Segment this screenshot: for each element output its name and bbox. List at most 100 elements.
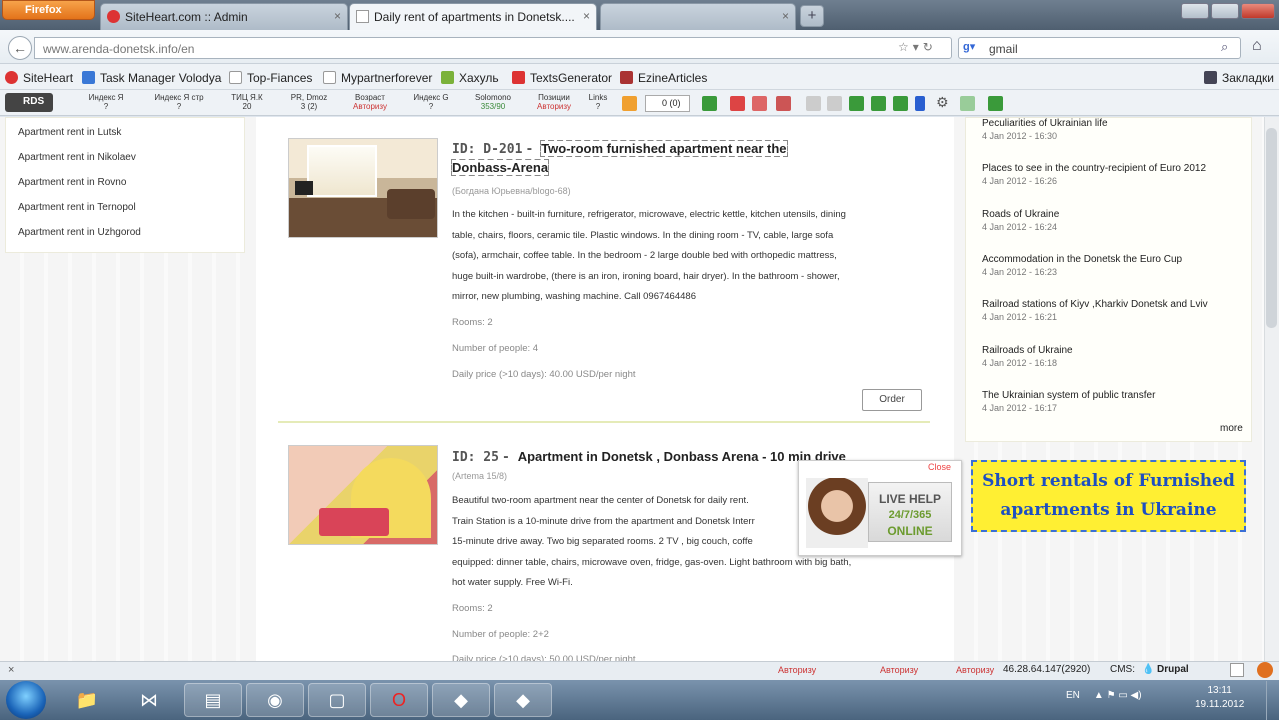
left-link[interactable]: Apartment rent in Nikolaev xyxy=(18,152,136,163)
rds-tool-icon[interactable] xyxy=(849,96,864,111)
tab-blank[interactable]: × xyxy=(600,3,796,30)
rds-metric[interactable]: Позиции Авторизу xyxy=(528,93,580,111)
order-button[interactable]: Order xyxy=(862,389,922,411)
tab-close-icon[interactable]: × xyxy=(782,9,789,23)
listing-price: Daily price (>10 days): 40.00 USD/per ni… xyxy=(452,369,636,380)
rds-metric[interactable]: Индекс G? xyxy=(405,93,457,111)
tab-close-icon[interactable]: × xyxy=(583,9,590,23)
left-link[interactable]: Apartment rent in Lutsk xyxy=(18,127,121,138)
status-item[interactable]: Авторизу xyxy=(880,665,918,675)
bookmark-task-manager[interactable]: Task Manager Volodya xyxy=(82,71,221,85)
url-input[interactable]: www.arenda-donetsk.info/en xyxy=(34,37,952,59)
close-addon-bar-icon[interactable]: × xyxy=(8,664,14,676)
page-icon xyxy=(356,10,369,23)
rds-tool-icon[interactable] xyxy=(871,96,886,111)
tray-icons[interactable]: ▲ ⚑ ▭ ◀) xyxy=(1094,690,1142,701)
gear-icon[interactable]: ⚙ xyxy=(936,94,949,111)
new-tab-button[interactable]: + xyxy=(800,5,824,27)
explorer-icon[interactable]: 📁 xyxy=(58,683,116,717)
rds-tool-icon[interactable] xyxy=(806,96,821,111)
addon-icon[interactable] xyxy=(1230,663,1244,677)
rds-metric[interactable]: PR, Dmoz 3 (2) xyxy=(282,93,336,111)
rds-tool-icon[interactable] xyxy=(827,96,842,111)
minimize-button[interactable] xyxy=(1181,3,1209,19)
rentals-banner[interactable]: Short rentals of Furnished apartments in… xyxy=(971,460,1246,532)
window-app-icon[interactable]: ▢ xyxy=(308,683,366,717)
bookmark-top-fiances[interactable]: Top-Fiances xyxy=(229,71,312,85)
rds-tool-icon[interactable] xyxy=(776,96,791,111)
refresh-icon[interactable] xyxy=(702,96,717,111)
opera-icon[interactable]: O xyxy=(370,683,428,717)
listing-people: Number of people: 4 xyxy=(452,343,539,354)
news-item[interactable]: Railroad stations of Kiyv ,Kharkiv Donet… xyxy=(982,299,1244,322)
rds-tool-icon[interactable] xyxy=(915,96,925,111)
rds-counter[interactable]: 0 (0) xyxy=(645,95,690,112)
news-item[interactable]: Places to see in the country-recipient o… xyxy=(982,163,1244,186)
bookmark-star-icon[interactable]: ☆▾↻ xyxy=(898,40,937,54)
status-ip: 46.28.64.147(2920) xyxy=(1003,664,1091,675)
bookmark-mypartnerforever[interactable]: Mypartnerforever xyxy=(323,71,432,85)
rds-tool-icon[interactable] xyxy=(752,96,767,111)
bookmark-xaxyl[interactable]: Хахуль xyxy=(441,71,499,85)
news-more-link[interactable]: more xyxy=(1220,423,1243,434)
xaxyl-icon xyxy=(441,71,454,84)
rds-metric[interactable]: Links? xyxy=(583,93,613,111)
search-icon[interactable]: ⌕ xyxy=(1221,39,1228,55)
rds-metric[interactable]: Возраст Авторизу xyxy=(344,93,396,111)
listing-author: (Artema 15/8) xyxy=(452,471,508,481)
listing-photo[interactable] xyxy=(288,138,438,238)
news-item[interactable]: Railroads of Ukraine 4 Jan 2012 - 16:18 xyxy=(982,345,1244,368)
rds-button[interactable]: RDS xyxy=(5,93,53,112)
bookmark-ezinearticles[interactable]: EzineArticles xyxy=(620,71,707,85)
rds-tool-icon[interactable] xyxy=(988,96,1003,111)
rds-metric[interactable]: ТИЦ Я.К 20 xyxy=(222,93,272,111)
rds-tool-icon[interactable] xyxy=(893,96,908,111)
home-icon[interactable]: ⌂ xyxy=(1252,37,1262,55)
firefox-icon[interactable] xyxy=(1257,662,1273,678)
scrollbar-thumb[interactable] xyxy=(1266,128,1277,328)
news-item[interactable]: Accommodation in the Donetsk the Euro Cu… xyxy=(982,254,1244,277)
maximize-button[interactable] xyxy=(1211,3,1239,19)
tab-siteheart-admin[interactable]: SiteHeart.com :: Admin × xyxy=(100,3,348,30)
start-button[interactable] xyxy=(6,681,46,719)
bookmark-siteheart[interactable]: SiteHeart xyxy=(5,71,73,85)
listing-title-link[interactable]: Apartment in Donetsk , Donbass Arena - 1… xyxy=(518,449,846,464)
rds-metric[interactable]: Индекс Я? xyxy=(78,93,134,111)
left-link[interactable]: Apartment rent in Ternopol xyxy=(18,202,136,213)
news-item[interactable]: Peculiarities of Ukrainian life 4 Jan 201… xyxy=(982,118,1244,141)
rds-tool-icon[interactable] xyxy=(960,96,975,111)
rds-tool-icon[interactable] xyxy=(622,96,637,111)
document-app-icon[interactable]: ▤ xyxy=(184,683,242,717)
status-item[interactable]: Авторизу xyxy=(956,665,994,675)
language-indicator[interactable]: EN xyxy=(1066,690,1080,701)
status-cms-label: CMS: xyxy=(1110,664,1135,675)
app-icon[interactable]: ◆ xyxy=(494,683,552,717)
firefox-menu-button[interactable]: Firefox xyxy=(2,0,95,20)
search-input[interactable]: gmail xyxy=(958,37,1241,59)
clock[interactable]: 13:11 19.11.2012 xyxy=(1195,684,1244,712)
bookmark-textsgenerator[interactable]: TextsGenerator xyxy=(512,71,612,85)
live-help-badge[interactable]: LIVE HELP 24/7/365 ONLINE xyxy=(868,482,952,542)
rds-metric[interactable]: Solomono 353/90 xyxy=(465,93,521,111)
listing-photo[interactable] xyxy=(288,445,438,545)
live-help-close-button[interactable]: Close xyxy=(928,462,951,472)
back-arrow-icon[interactable]: ← xyxy=(8,36,32,60)
listing-header: ID: D-201 - Two-room furnished apartment… xyxy=(451,140,788,176)
rds-metric[interactable]: Индекс Я стр? xyxy=(143,93,215,111)
left-link[interactable]: Apartment rent in Rovno xyxy=(18,177,126,188)
show-desktop-button[interactable] xyxy=(1266,681,1279,720)
google-icon[interactable]: g▾ xyxy=(963,40,977,54)
news-item[interactable]: The Ukrainian system of public transfer 4… xyxy=(982,390,1244,413)
bookmarks-menu[interactable]: Закладки xyxy=(1204,71,1274,85)
firefox-taskbar-icon[interactable]: ◉ xyxy=(246,683,304,717)
rds-tool-icon[interactable] xyxy=(730,96,745,111)
system-tray[interactable]: EN ▲ ⚑ ▭ ◀) xyxy=(1066,690,1142,701)
status-item[interactable]: Авторизу xyxy=(778,665,816,675)
tab-daily-rent[interactable]: Daily rent of apartments in Donetsk.... … xyxy=(349,3,597,30)
visual-studio-icon[interactable]: ⋈ xyxy=(120,683,178,717)
news-item[interactable]: Roads of Ukraine 4 Jan 2012 - 16:24 xyxy=(982,209,1244,232)
tab-close-icon[interactable]: × xyxy=(334,9,341,23)
left-link[interactable]: Apartment rent in Uzhgorod xyxy=(18,227,141,238)
app-icon[interactable]: ◆ xyxy=(432,683,490,717)
close-window-button[interactable] xyxy=(1241,3,1275,19)
